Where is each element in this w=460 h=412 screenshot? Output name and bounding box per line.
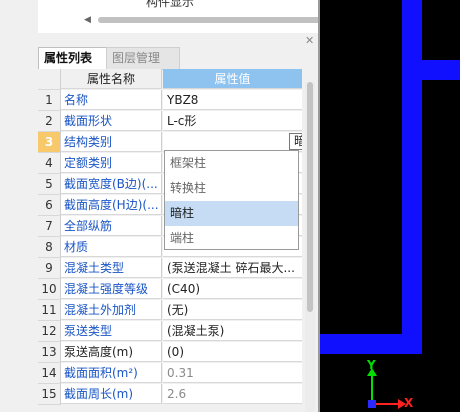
select-current-value: 暗柱	[294, 134, 302, 149]
property-value[interactable]: (无)	[163, 300, 302, 320]
property-name: 全部纵筋	[61, 216, 162, 236]
property-name: 截面宽度(B边)(...	[61, 174, 162, 194]
property-value[interactable]: (0)	[163, 342, 302, 362]
tab-layer-management[interactable]: 图层管理	[106, 47, 180, 70]
row-index: 12	[38, 321, 61, 342]
row-index: 15	[38, 384, 61, 405]
table-row[interactable]: 13 泵送高度(m) (0)	[38, 342, 302, 363]
wall-segment	[402, 0, 422, 60]
property-value[interactable]: (混凝土泵)	[163, 321, 302, 341]
row-index: 11	[38, 300, 61, 321]
property-value: 2.6	[163, 384, 302, 404]
dropdown-option-frame-column[interactable]: 框架柱	[165, 151, 298, 176]
property-value[interactable]: L-c形	[163, 111, 302, 131]
property-name: 混凝土类型	[61, 258, 162, 278]
property-name: 截面周长(m)	[61, 384, 162, 404]
dropdown-option-end-column[interactable]: 端柱	[165, 226, 298, 251]
layer-pane-clipped-label: 构件显示	[146, 0, 195, 9]
table-row[interactable]: 14 截面面积(m²) 0.31	[38, 363, 302, 384]
drawing-canvas[interactable]: Y X	[320, 0, 460, 412]
row-index: 1	[38, 90, 61, 111]
structure-category-dropdown: 框架柱 转换柱 暗柱 端柱	[164, 150, 299, 250]
wall-segment	[402, 80, 422, 340]
row-index: 8	[38, 237, 61, 258]
scroll-left-icon[interactable]: ◀	[84, 15, 91, 25]
property-name: 截面面积(m²)	[61, 363, 162, 383]
tab-property-list[interactable]: 属性列表	[38, 47, 112, 70]
header-name: 属性名称	[61, 69, 162, 89]
property-name: 定额类别	[61, 153, 162, 173]
table-row[interactable]: 12 泵送类型 (混凝土泵)	[38, 321, 302, 342]
property-value-cell: 暗柱 ▲	[163, 132, 302, 152]
property-value[interactable]: YBZ8	[163, 90, 302, 110]
property-name: 截面高度(H边)(...	[61, 195, 162, 215]
table-row[interactable]: 9 混凝土类型 (泵送混凝土 碎石最大...	[38, 258, 302, 279]
vertical-scroll-thumb[interactable]	[307, 82, 313, 312]
dropdown-option-hidden-column[interactable]: 暗柱	[165, 201, 298, 226]
wall-segment	[320, 334, 422, 354]
coordinate-axis-gizmo: Y X	[360, 358, 420, 412]
row-index: 10	[38, 279, 61, 300]
property-name: 截面形状	[61, 111, 162, 131]
table-row[interactable]: 1 名称 YBZ8	[38, 90, 302, 111]
property-name: 名称	[61, 90, 162, 110]
property-value[interactable]: (C40)	[163, 279, 302, 299]
row-index: 14	[38, 363, 61, 384]
property-name: 结构类别	[61, 132, 162, 152]
layer-pane: 构件显示 ◀ ▶	[38, 0, 320, 33]
row-index: 13	[38, 342, 61, 363]
horizontal-scroll-thumb[interactable]	[98, 17, 320, 23]
property-value: 0.31	[163, 363, 302, 383]
properties-panel: 构件显示 ◀ ▶ ✕ 属性列表 图层管理 属性名称 属性值 1 名称 YBZ8 …	[0, 0, 320, 412]
vertical-scrollbar[interactable]	[305, 82, 315, 412]
row-index: 6	[38, 195, 61, 216]
row-index: 7	[38, 216, 61, 237]
property-name: 混凝土外加剂	[61, 300, 162, 320]
dropdown-option-transfer-column[interactable]: 转换柱	[165, 176, 298, 201]
table-row[interactable]: 15 截面周长(m) 2.6	[38, 384, 302, 405]
property-name: 混凝土强度等级	[61, 279, 162, 299]
header-index-cell	[38, 69, 61, 90]
property-name: 材质	[61, 237, 162, 257]
property-name: 泵送高度(m)	[61, 342, 162, 362]
row-index: 3	[38, 132, 61, 153]
property-name: 泵送类型	[61, 321, 162, 341]
structure-category-select[interactable]: 暗柱 ▲	[289, 133, 302, 150]
close-icon[interactable]: ✕	[305, 34, 314, 47]
row-index: 2	[38, 111, 61, 132]
wall-segment	[402, 60, 460, 80]
table-row[interactable]: 10 混凝土强度等级 (C40)	[38, 279, 302, 300]
grid-header: 属性名称 属性值	[38, 69, 302, 90]
row-index: 5	[38, 174, 61, 195]
panel-tabs: 属性列表 图层管理	[38, 47, 318, 70]
axis-x-label: X	[404, 396, 414, 410]
table-row[interactable]: 11 混凝土外加剂 (无)	[38, 300, 302, 321]
row-index: 9	[38, 258, 61, 279]
row-index: 4	[38, 153, 61, 174]
horizontal-scrollbar[interactable]: ◀ ▶	[82, 13, 320, 27]
property-value[interactable]: (泵送混凝土 碎石最大...	[163, 258, 302, 278]
header-value: 属性值	[163, 69, 302, 89]
table-row[interactable]: 2 截面形状 L-c形	[38, 111, 302, 132]
